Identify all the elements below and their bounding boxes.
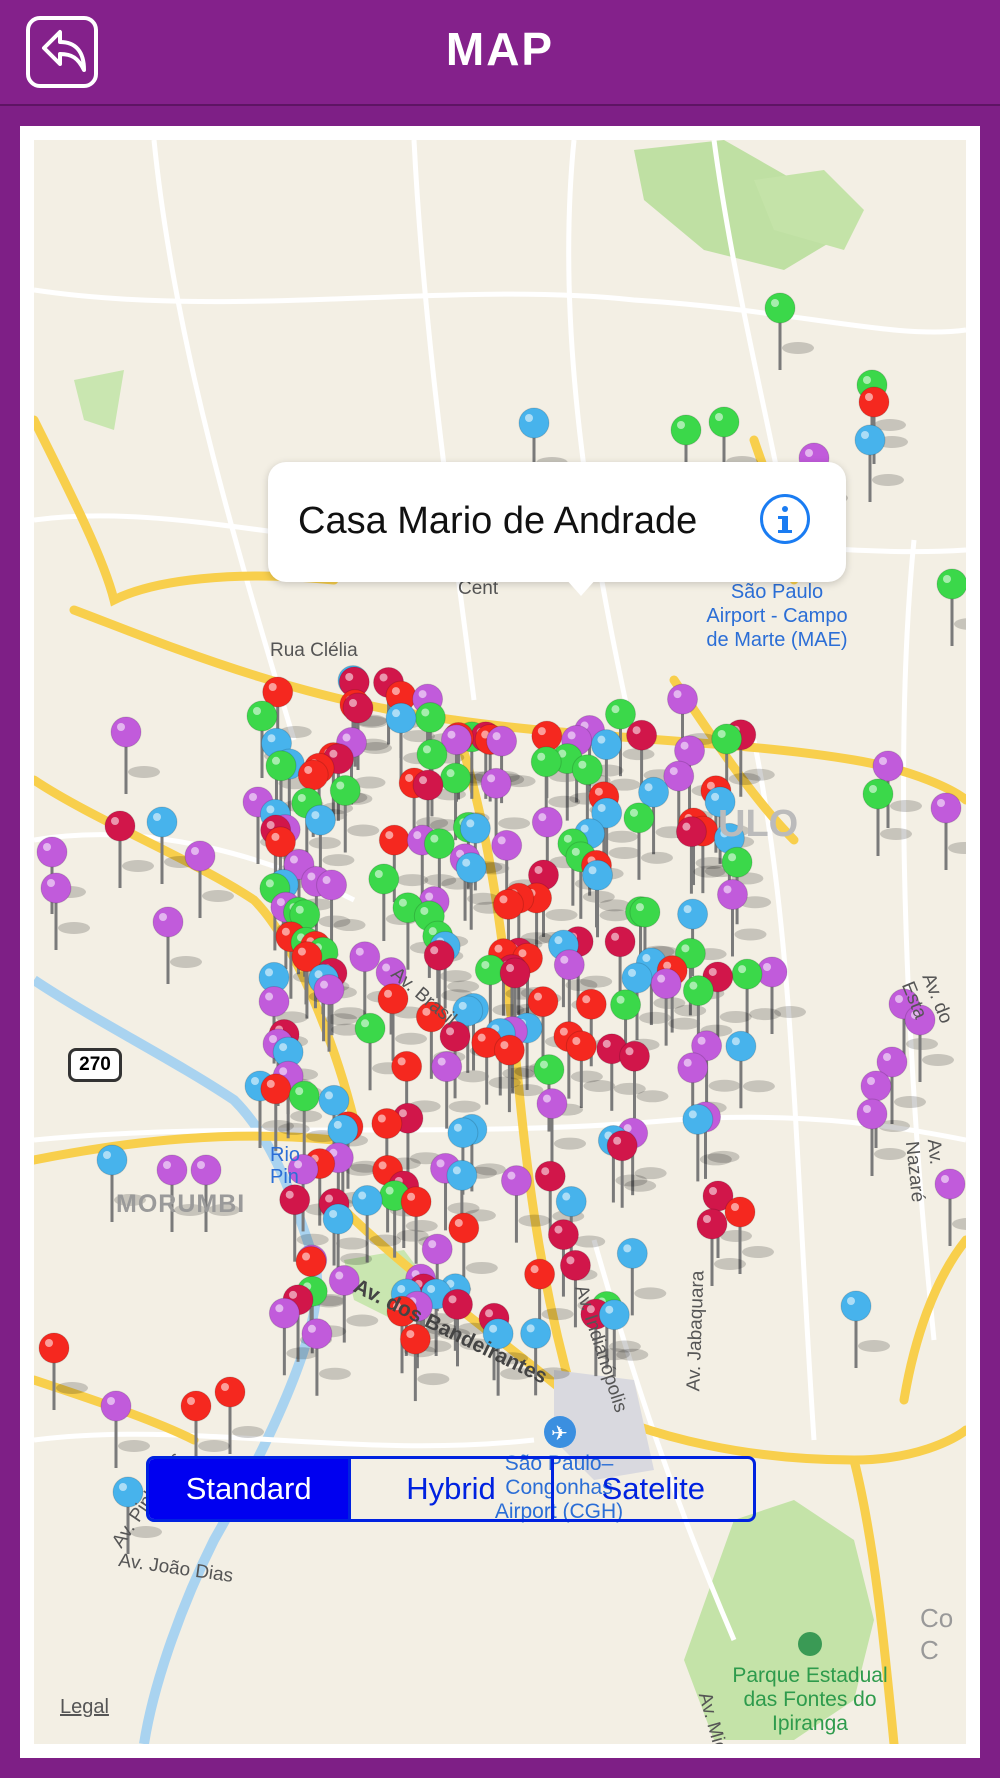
map-pin-icon[interactable] [354,1012,405,1091]
map-pin-icon[interactable] [152,906,202,984]
callout-tail [565,578,597,596]
district-label-edge: Co C [920,1603,954,1665]
district-label: ULO [718,803,799,845]
map-type-standard[interactable]: Standard [149,1459,352,1519]
map-pin-icon[interactable] [936,568,966,646]
airport-icon-glyph: ✈ [551,1421,568,1445]
route-270-shield: 270 [68,1048,122,1082]
map-type-satelite[interactable]: Satelite [554,1459,753,1519]
callout-title: Casa Mario de Andrade [298,500,698,542]
park-pin-icon [798,1632,822,1656]
map-type-hybrid[interactable]: Hybrid [351,1459,554,1519]
legal-link[interactable]: Legal [60,1696,109,1719]
map-pin-icon[interactable] [716,878,767,957]
map-pin-icon[interactable] [725,1030,775,1109]
map-pin-icon[interactable] [840,1290,890,1368]
map-pin-icon[interactable] [618,1040,669,1119]
av-nazare-label: Av. Nazaré [900,1137,947,1204]
map-pin-icon[interactable] [100,1390,150,1468]
map-pin-icon[interactable] [756,956,806,1034]
park-area [74,370,124,430]
pin-callout[interactable]: Casa Mario de Andrade [268,462,846,582]
map-type-selector[interactable]: Standard Hybrid Satelite [146,1456,756,1522]
map-pin-icon[interactable] [764,292,814,370]
page-title: MAP [445,23,555,75]
map-pin-icon[interactable] [856,1098,906,1176]
map-pin-icon[interactable] [40,872,90,950]
airport-mae-label: São Paulo Airport - Campo de Marte (MAE) [706,581,848,651]
av-jabaquara-label: Av. Jabaquara [683,1270,709,1392]
minor-roads [34,140,966,1641]
map-pin-icon[interactable] [930,792,966,870]
morumbi-label: MORUMBI [116,1190,246,1218]
rua-clelia-label: Rua Clélia [270,640,358,661]
info-button[interactable] [760,494,810,544]
info-icon [778,506,792,533]
parque-label: Parque Estadual das Fontes do Ipiranga [732,1664,888,1735]
map-pin-icon[interactable] [110,716,160,794]
top-bar: MAP [0,0,1000,106]
river-label: Rio Pin [270,1144,301,1188]
